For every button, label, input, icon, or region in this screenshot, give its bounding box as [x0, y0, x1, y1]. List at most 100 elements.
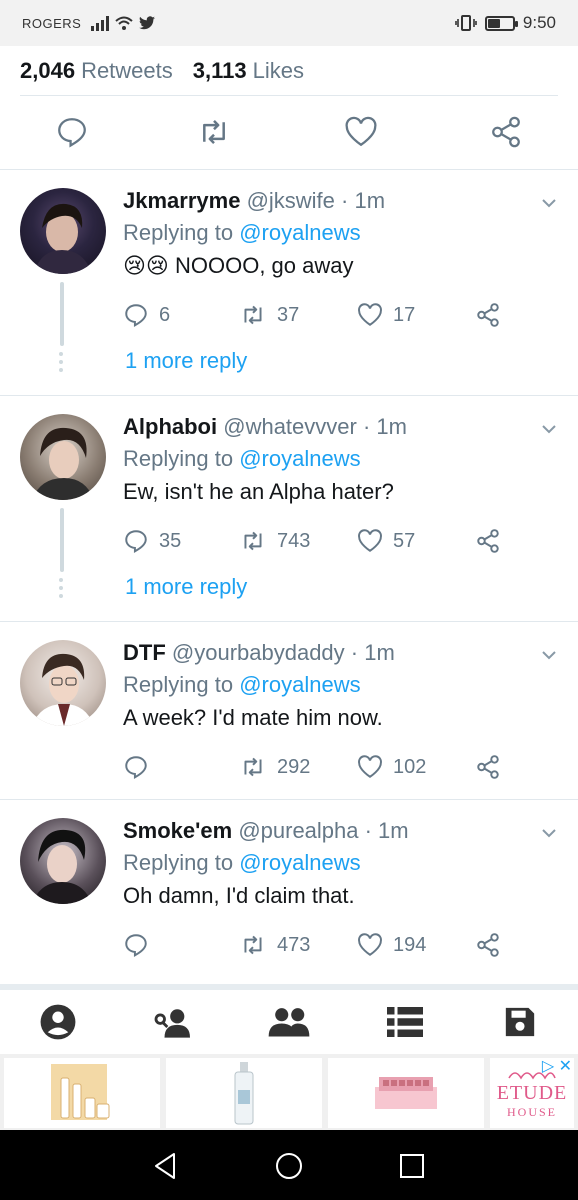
- retweets-stat[interactable]: 2,046 Retweets: [20, 58, 173, 84]
- like-action[interactable]: 194: [357, 930, 426, 960]
- more-replies-link[interactable]: 1 more reply: [125, 348, 247, 374]
- retweet-icon: [244, 305, 262, 325]
- author-name[interactable]: DTF: [123, 640, 166, 665]
- reply-action[interactable]: [123, 752, 159, 782]
- like-icon[interactable]: [343, 114, 379, 150]
- replying-prefix: Replying to: [123, 220, 234, 245]
- retweet-icon: [244, 757, 262, 777]
- retweet-icon[interactable]: [196, 114, 232, 150]
- share-action[interactable]: [475, 300, 501, 330]
- thread-line: [60, 282, 64, 346]
- home-icon[interactable]: [273, 1150, 305, 1182]
- tweet-actions: [0, 96, 578, 170]
- emoji: 😢😢: [123, 253, 169, 278]
- chevron-down-icon[interactable]: [540, 646, 558, 664]
- retweet-icon: [244, 935, 262, 955]
- author-name[interactable]: Jkmarryme: [123, 188, 240, 213]
- share-icon: [477, 933, 499, 957]
- profile-icon[interactable]: [0, 990, 116, 1054]
- replying-prefix: Replying to: [123, 850, 234, 875]
- reply-tweet[interactable]: Alphaboi @whatevvver · 1m Replying to @r…: [0, 396, 578, 622]
- share-icon[interactable]: [488, 114, 524, 150]
- carrier-label: ROGERS: [22, 15, 82, 31]
- ad-close-icon[interactable]: ▷ ✕: [542, 1056, 572, 1076]
- people-icon[interactable]: [231, 990, 347, 1054]
- like-action[interactable]: 102: [357, 752, 426, 782]
- tweet-text: A week? I'd mate him now.: [123, 705, 383, 730]
- back-icon[interactable]: [150, 1150, 182, 1182]
- tweet-actions: 473 194: [123, 930, 558, 960]
- author-name[interactable]: Alphaboi: [123, 414, 217, 439]
- avatar[interactable]: [20, 414, 106, 500]
- twitter-bird-icon: [139, 16, 156, 30]
- reply-action[interactable]: [123, 930, 159, 960]
- ad-product-image[interactable]: [166, 1058, 322, 1128]
- reply-action[interactable]: 35: [123, 526, 181, 556]
- retweet-action[interactable]: 37: [239, 300, 299, 330]
- avatar[interactable]: [20, 818, 106, 904]
- thread-line: [60, 508, 64, 572]
- wifi-icon: [115, 16, 134, 30]
- user-search-icon[interactable]: [116, 990, 232, 1054]
- likes-label: Likes: [252, 57, 304, 83]
- reply-tweet[interactable]: DTF @yourbabydaddy · 1m Replying to @roy…: [0, 622, 578, 800]
- chevron-down-icon[interactable]: [540, 824, 558, 842]
- tweet-text: Ew, isn't he an Alpha hater?: [123, 479, 394, 504]
- more-replies-link[interactable]: 1 more reply: [125, 574, 247, 600]
- author-handle: @whatevvver · 1m: [223, 414, 407, 439]
- replying-prefix: Replying to: [123, 446, 234, 471]
- tweet-text: 😢😢 NOOOO, go away: [123, 250, 558, 282]
- retweet-count: 473: [277, 933, 311, 956]
- recents-icon[interactable]: [396, 1150, 428, 1182]
- avatar[interactable]: [20, 188, 106, 274]
- battery-icon: [484, 15, 518, 31]
- retweet-action[interactable]: 743: [239, 526, 310, 556]
- reply-tweet[interactable]: Smoke'em @purealpha · 1m Replying to @ro…: [0, 800, 578, 978]
- avatar[interactable]: [20, 640, 106, 726]
- reply-action[interactable]: 6: [123, 300, 170, 330]
- like-count: 194: [393, 933, 427, 956]
- tweet-actions: 292 102: [123, 752, 558, 782]
- likes-stat[interactable]: 3,113 Likes: [193, 58, 304, 84]
- reply-icon: [125, 304, 147, 328]
- retweet-action[interactable]: 473: [239, 930, 310, 960]
- reply-icon[interactable]: [54, 114, 90, 150]
- replying-to: Replying to @royalnews: [123, 442, 558, 476]
- replying-to-link[interactable]: @royalnews: [239, 220, 360, 245]
- like-action[interactable]: 57: [357, 526, 415, 556]
- replying-to-link[interactable]: @royalnews: [239, 850, 360, 875]
- retweet-action[interactable]: 292: [239, 752, 310, 782]
- reply-tweet[interactable]: Jkmarryme @jkswife · 1m Replying to @roy…: [0, 170, 578, 396]
- ad-product-image[interactable]: [328, 1058, 484, 1128]
- replying-to-link[interactable]: @royalnews: [239, 672, 360, 697]
- save-icon[interactable]: [462, 990, 578, 1054]
- vibrate-icon: [455, 15, 477, 31]
- share-action[interactable]: [475, 930, 501, 960]
- replying-to-link[interactable]: @royalnews: [239, 446, 360, 471]
- retweet-count: 292: [277, 755, 311, 778]
- author-name[interactable]: Smoke'em: [123, 818, 232, 843]
- reply-icon: [125, 934, 147, 958]
- list-icon[interactable]: [347, 990, 463, 1054]
- tweet-body: NOOOO, go away: [175, 253, 354, 278]
- author-handle: @jkswife · 1m: [246, 188, 386, 213]
- thread-dots: [59, 352, 65, 372]
- tweet-stats: 2,046 Retweets 3,113 Likes: [20, 46, 558, 96]
- share-icon: [477, 529, 499, 553]
- retweet-count: 37: [277, 303, 300, 326]
- signal-icon: [91, 15, 110, 31]
- system-navigation: [0, 1130, 578, 1200]
- like-action[interactable]: 17: [357, 300, 415, 330]
- ad-brand-name: ETUDE: [496, 1082, 568, 1104]
- author-handle: @purealpha · 1m: [238, 818, 409, 843]
- chevron-down-icon[interactable]: [540, 420, 558, 438]
- like-icon: [358, 933, 382, 956]
- share-action[interactable]: [475, 526, 501, 556]
- reply-count: 35: [159, 529, 182, 552]
- ad-product-image[interactable]: [4, 1058, 160, 1128]
- like-icon: [358, 529, 382, 552]
- status-bar: ROGERS 9:50: [0, 0, 578, 46]
- ad-banner[interactable]: ETUDE HOUSE ▷ ✕: [0, 1054, 578, 1130]
- share-action[interactable]: [475, 752, 501, 782]
- chevron-down-icon[interactable]: [540, 194, 558, 212]
